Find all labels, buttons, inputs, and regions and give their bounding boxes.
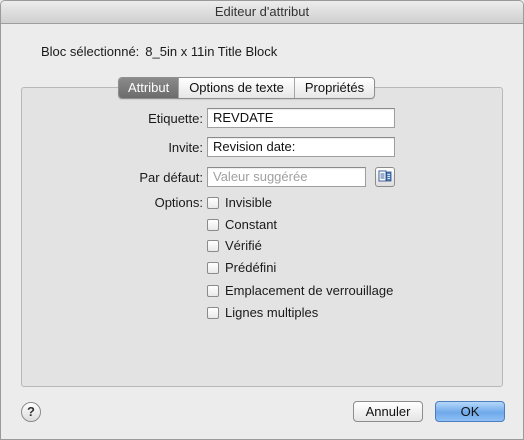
window-title: Editeur d'attribut bbox=[1, 1, 523, 24]
insert-field-icon bbox=[378, 170, 392, 182]
invisible-label: Invisible bbox=[225, 195, 272, 210]
insert-field-button[interactable] bbox=[375, 167, 395, 187]
predefini-label: Prédéfini bbox=[225, 260, 277, 275]
tag-input[interactable]: REVDATE bbox=[207, 108, 395, 128]
option-predefini[interactable]: Prédéfini bbox=[207, 260, 276, 276]
option-invisible[interactable]: Invisible bbox=[207, 195, 272, 211]
invisible-checkbox[interactable] bbox=[207, 197, 219, 209]
option-lignes-multiples[interactable]: Lignes multiples bbox=[207, 305, 318, 321]
tab-panel bbox=[21, 87, 503, 387]
tab-bar: Attribut Options de texte Propriétés bbox=[118, 77, 376, 99]
verifie-checkbox[interactable] bbox=[207, 240, 219, 252]
option-emplacement-verrouillage[interactable]: Emplacement de verrouillage bbox=[207, 283, 393, 299]
lock-position-label: Emplacement de verrouillage bbox=[225, 283, 394, 298]
options-label: Options: bbox=[154, 195, 203, 210]
constant-checkbox[interactable] bbox=[207, 219, 219, 231]
ok-button[interactable]: OK bbox=[435, 401, 505, 422]
attribute-editor-window: Editeur d'attribut Bloc sélectionné: 8_5i… bbox=[0, 0, 524, 440]
multiline-label: Lignes multiples bbox=[225, 305, 319, 320]
multiline-checkbox[interactable] bbox=[207, 307, 219, 319]
prompt-input[interactable]: Revision date: bbox=[207, 137, 395, 157]
help-button[interactable]: ? bbox=[21, 402, 41, 422]
cancel-button[interactable]: Annuler bbox=[353, 401, 423, 422]
help-icon: ? bbox=[27, 404, 35, 419]
tag-label: Etiquette: bbox=[148, 111, 203, 126]
selected-block-value: 8_5in x 11in Title Block bbox=[145, 44, 278, 59]
predefini-checkbox[interactable] bbox=[207, 262, 219, 274]
constant-label: Constant bbox=[225, 217, 278, 232]
tab-attribut[interactable]: Attribut bbox=[119, 78, 179, 98]
selected-block-label: Bloc sélectionné: bbox=[41, 44, 140, 59]
verifie-label: Vérifié bbox=[225, 238, 262, 253]
default-label: Par défaut: bbox=[139, 170, 203, 185]
tab-options-de-texte[interactable]: Options de texte bbox=[178, 78, 294, 98]
option-verifie[interactable]: Vérifié bbox=[207, 238, 262, 254]
default-input[interactable]: Valeur suggérée bbox=[207, 167, 366, 187]
prompt-label: Invite: bbox=[168, 140, 203, 155]
tab-proprietes[interactable]: Propriétés bbox=[293, 78, 374, 98]
option-constant[interactable]: Constant bbox=[207, 217, 277, 233]
lock-position-checkbox[interactable] bbox=[207, 285, 219, 297]
selected-block: Bloc sélectionné: 8_5in x 11in Title Bloc… bbox=[41, 44, 277, 59]
